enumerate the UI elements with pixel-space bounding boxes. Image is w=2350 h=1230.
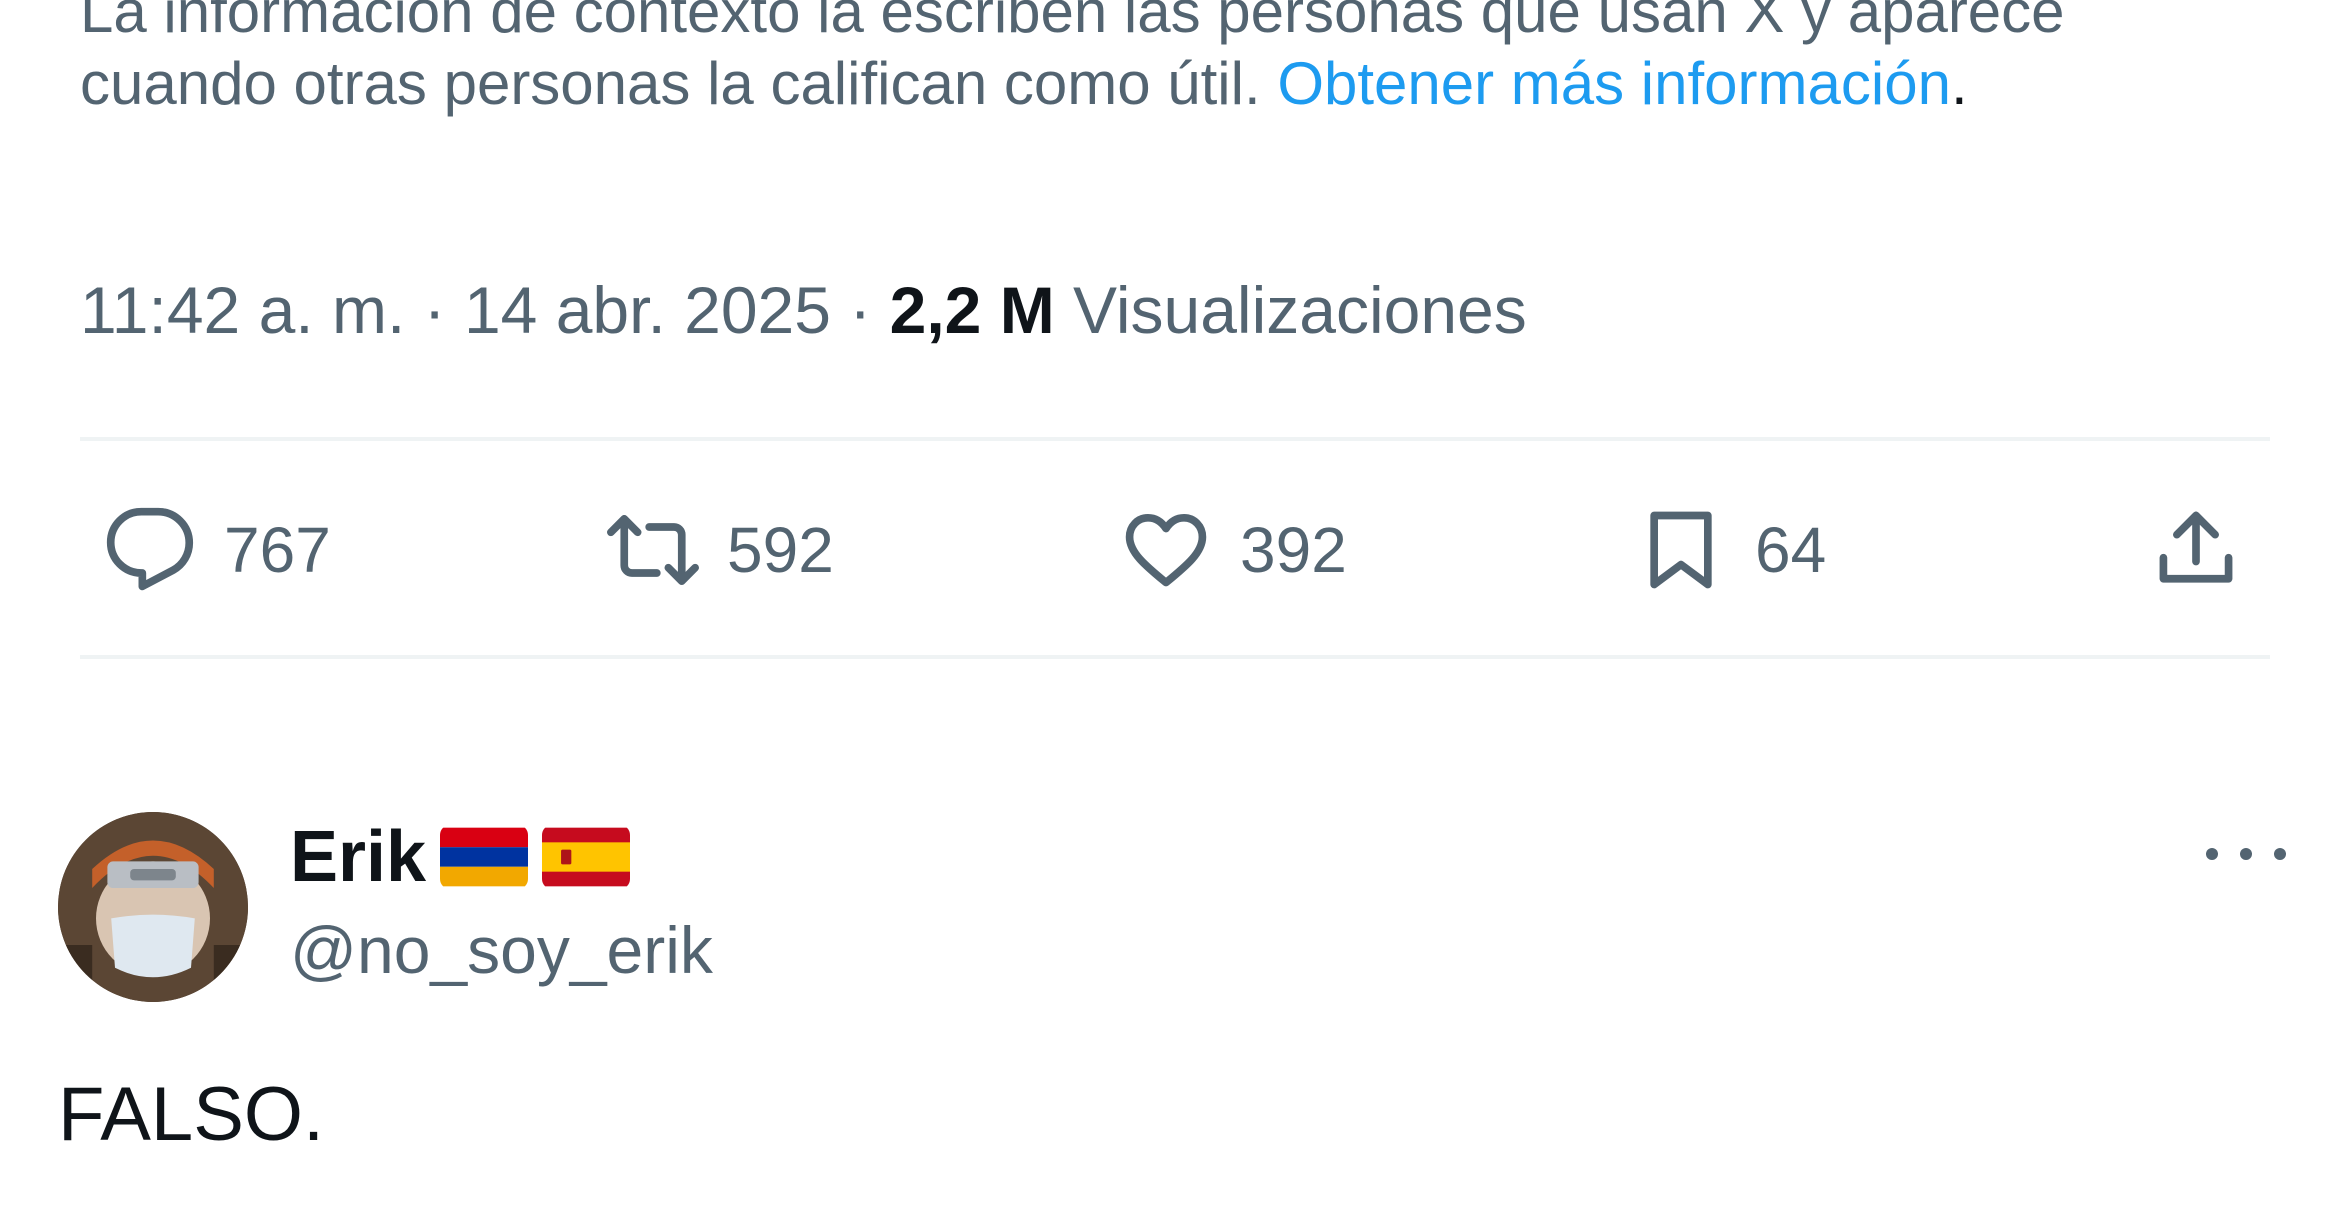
armenia-flag-icon xyxy=(440,825,529,889)
community-note-line-2-text: cuando otras personas la califican como … xyxy=(80,50,1261,117)
retweet-count: 592 xyxy=(727,514,834,586)
community-note-line-2: cuando otras personas la califican como … xyxy=(80,48,2280,120)
like-button[interactable]: 392 xyxy=(1120,490,1347,610)
avatar[interactable] xyxy=(58,812,248,1002)
meta-separator: · xyxy=(830,273,890,347)
reply-count: 767 xyxy=(224,514,331,586)
tweet-time[interactable]: 11:42 a. m. xyxy=(80,273,405,347)
bookmark-icon xyxy=(1650,511,1712,589)
display-name-row: Erik xyxy=(290,812,631,902)
community-note-footer: La información de contexto la escriben l… xyxy=(80,0,2280,120)
avatar-image xyxy=(58,812,248,1002)
share-button[interactable] xyxy=(2150,490,2242,610)
bookmark-button[interactable]: 64 xyxy=(1635,490,1826,610)
learn-more-link[interactable]: Obtener más información xyxy=(1277,50,1951,117)
community-note-period: . xyxy=(1950,50,1968,117)
meta-separator: · xyxy=(405,273,464,347)
divider-top xyxy=(80,437,2270,441)
tweet-date[interactable]: 14 abr. 2025 xyxy=(464,273,831,347)
tweet-actions-bar: 767 592 392 64 xyxy=(80,490,2270,610)
share-icon xyxy=(2159,511,2233,583)
heart-icon xyxy=(1125,513,1207,587)
bookmark-count: 64 xyxy=(1755,514,1827,586)
retweet-icon xyxy=(607,515,699,585)
reply-icon xyxy=(106,507,194,591)
divider-bottom xyxy=(80,655,2270,659)
more-dots-icon[interactable] xyxy=(2206,834,2286,874)
community-note-line-1: La información de contexto la escriben l… xyxy=(80,0,2065,45)
retweet-button[interactable]: 592 xyxy=(607,490,834,610)
tweet-meta: 11:42 a. m. · 14 abr. 2025 · 2,2 M Visua… xyxy=(80,270,1527,350)
display-name[interactable]: Erik xyxy=(290,812,426,902)
reply-button[interactable]: 767 xyxy=(104,490,331,610)
reply-header: Erik @no_soy_erik xyxy=(58,812,2298,1002)
spain-flag-icon xyxy=(542,825,631,889)
reply-text: FALSO. xyxy=(58,1072,325,1157)
views-label: Visualizaciones xyxy=(1054,273,1527,347)
like-count: 392 xyxy=(1240,514,1347,586)
user-handle[interactable]: @no_soy_erik xyxy=(290,910,713,990)
views-count: 2,2 M xyxy=(889,273,1055,347)
